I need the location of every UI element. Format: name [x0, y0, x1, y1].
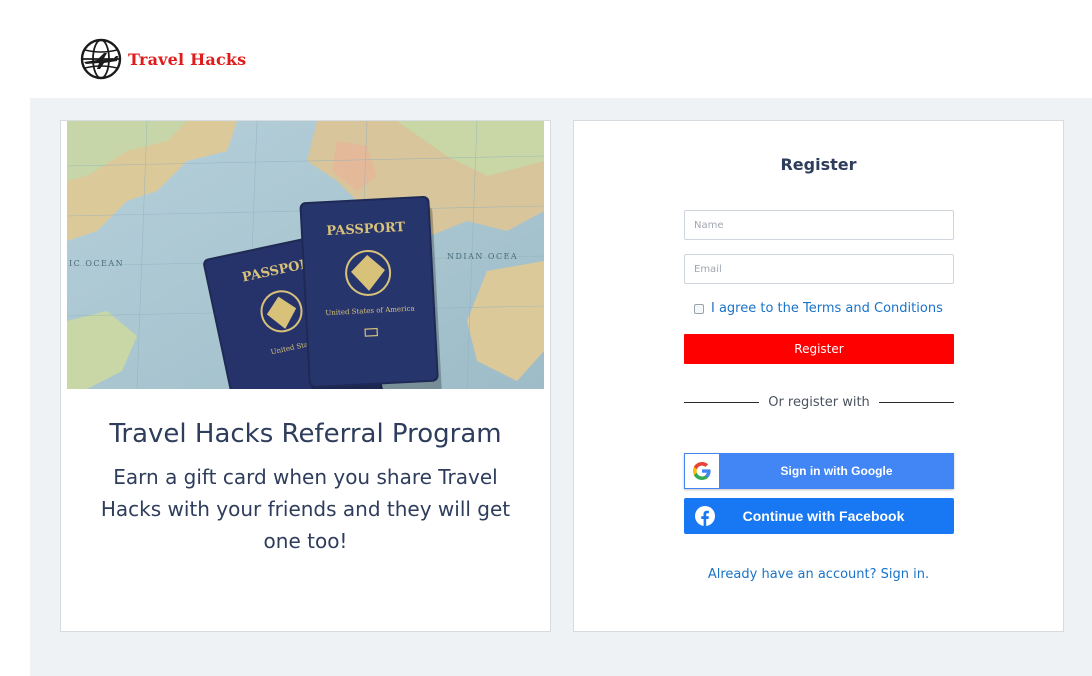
terms-link[interactable]: I agree to the Terms and Conditions	[711, 301, 943, 316]
google-button-label: Sign in with Google	[780, 464, 893, 478]
globe-airplane-icon	[80, 38, 122, 80]
email-input[interactable]	[684, 254, 954, 284]
register-title: Register	[780, 155, 857, 174]
name-input[interactable]	[684, 210, 954, 240]
main-content: IC OCEAN NDIAN OCEA PASSPORT United Sta …	[30, 98, 1092, 676]
terms-checkbox[interactable]	[694, 303, 704, 314]
referral-description: Earn a gift card when you share Travel H…	[100, 465, 511, 553]
passports-on-map-image: IC OCEAN NDIAN OCEA PASSPORT United Sta …	[67, 121, 544, 389]
google-icon	[685, 454, 719, 488]
referral-card: IC OCEAN NDIAN OCEA PASSPORT United Sta …	[60, 120, 551, 632]
brand-name: Travel Hacks	[128, 49, 247, 69]
map-ocean-right-label: NDIAN OCEA	[447, 252, 518, 261]
register-card: Register I agree to the Terms and Condit…	[573, 120, 1064, 632]
google-signin-button[interactable]: Sign in with Google	[684, 453, 954, 489]
facebook-icon	[695, 506, 715, 526]
divider-line-right	[878, 401, 954, 403]
passport-front: PASSPORT United States of America	[299, 195, 439, 388]
signin-link[interactable]: Already have an account? Sign in.	[574, 567, 1063, 582]
brand-logo[interactable]: Travel Hacks	[80, 38, 246, 80]
facebook-button-label: Continue with Facebook	[742, 508, 905, 524]
facebook-continue-button[interactable]: Continue with Facebook	[684, 498, 954, 534]
referral-title: Travel Hacks Referral Program	[109, 419, 502, 449]
hero-image: IC OCEAN NDIAN OCEA PASSPORT United Sta …	[67, 121, 544, 389]
terms-row: I agree to the Terms and Conditions	[694, 301, 943, 316]
divider-line-left	[684, 401, 760, 403]
divider-text: Or register with	[768, 394, 870, 410]
or-register-divider: Or register with	[684, 394, 954, 410]
site-header: Travel Hacks	[0, 0, 1092, 98]
register-button[interactable]: Register	[684, 334, 954, 364]
map-ocean-left-label: IC OCEAN	[69, 259, 124, 268]
